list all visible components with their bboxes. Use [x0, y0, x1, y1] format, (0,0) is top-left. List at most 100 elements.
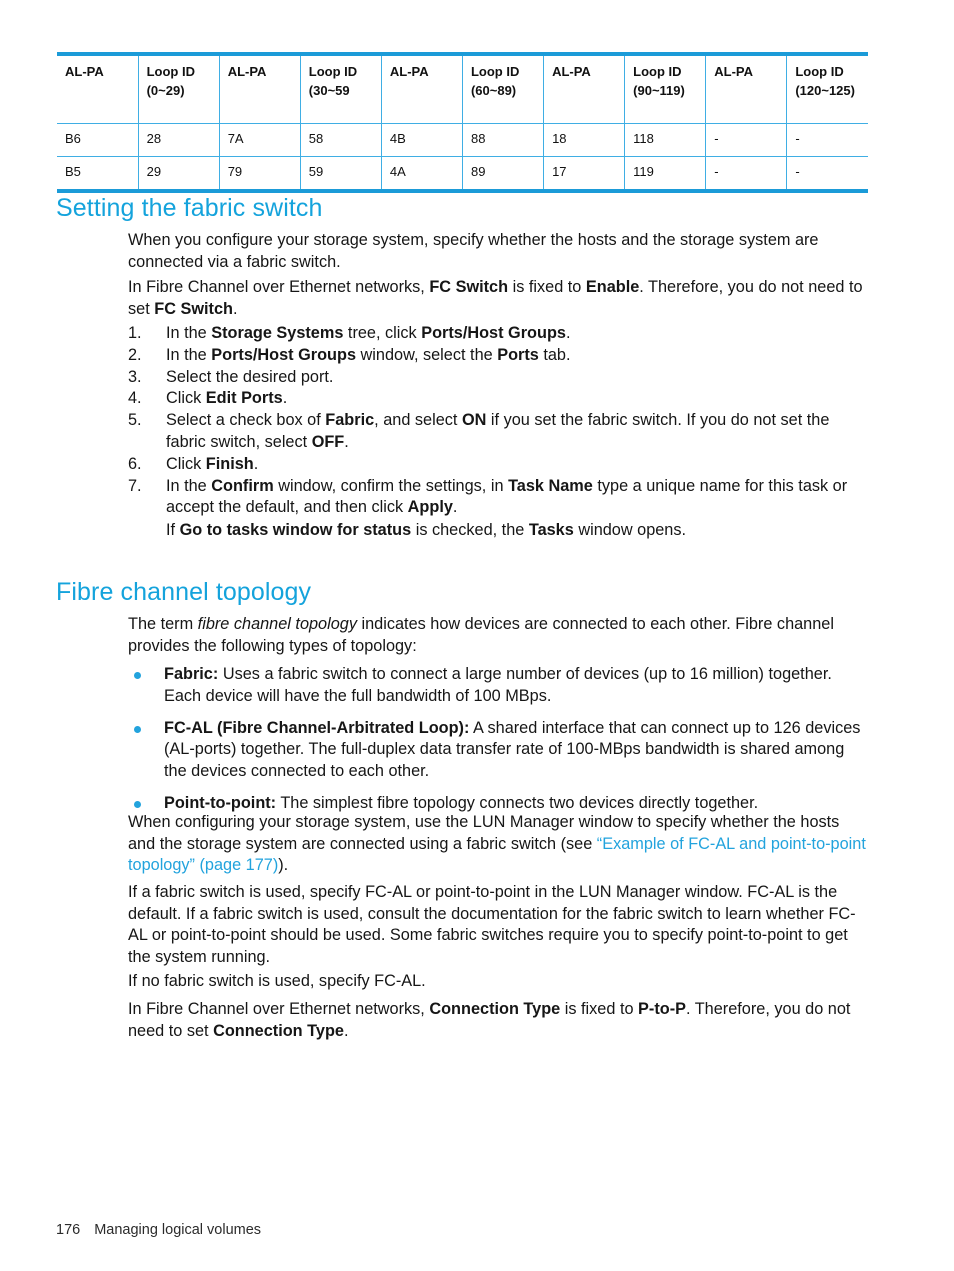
plain-text: . — [343, 1021, 349, 1040]
bold-text: FC-AL (Fibre Channel-Arbitrated Loop): — [164, 718, 470, 737]
plain-text: , and select — [374, 411, 462, 430]
numbered-step-item: 2. In the Ports/Host Groups window, selec… — [128, 345, 870, 367]
plain-text: window opens. — [573, 521, 687, 540]
footer-page-number: 176 — [56, 1222, 81, 1238]
step-text: In the Storage Systems tree, click Ports… — [166, 324, 570, 342]
step-text: In the Ports/Host Groups window, select … — [166, 346, 571, 364]
plain-text: is checked, the — [411, 521, 529, 540]
numbered-step-item: 7. In the Confirm window, confirm the set… — [128, 476, 870, 542]
column-header-line1: AL-PA — [65, 64, 104, 79]
plain-text: window, confirm the settings, in — [273, 476, 509, 495]
bold-text: FC Switch — [154, 299, 233, 318]
step-text: Click Edit Ports. — [166, 389, 287, 407]
bold-text: Task Name — [508, 476, 593, 495]
column-header-line2: (30~59 — [308, 82, 350, 98]
bold-text: Connection Type — [213, 1021, 344, 1040]
fabric-intro-paragraph: When you configure your storage system, … — [128, 230, 870, 273]
column-header-line1: Loop ID — [795, 64, 844, 79]
plain-text: In Fibre Channel over Ethernet networks, — [128, 1000, 430, 1018]
table-column-header: Loop ID (60~89) — [461, 54, 545, 124]
table-cell: 59 — [299, 156, 382, 191]
table-cell: 29 — [137, 156, 220, 191]
numbered-step-item: 3. Select the desired port. — [128, 367, 870, 389]
al-pa-loop-id-table-container: AL-PA Loop ID (0~29) AL-PA Loop ID (30~59 AL-P… — [57, 52, 868, 193]
table-cell: 79 — [218, 156, 301, 191]
bold-text: Fabric — [325, 411, 375, 430]
bold-text: Ports — [497, 345, 539, 364]
paragraph-term-fibre-channel-topology: The term fibre channel topology indicate… — [128, 614, 870, 657]
table-cell: - — [786, 123, 868, 157]
column-header-line2: (0~29) — [146, 82, 185, 98]
plain-text: Select the desired port. — [166, 367, 334, 386]
plain-text: In the — [166, 345, 212, 364]
paragraph-no-fabric-switch: If no fabric switch is used, specify FC-… — [128, 972, 426, 990]
step-number: 1. — [128, 324, 142, 342]
plain-text: . — [344, 432, 349, 451]
bold-text: Storage Systems — [211, 324, 344, 342]
bold-text: ON — [461, 411, 487, 430]
table-row: B5 29 79 59 4A 89 17 119- - — [57, 156, 868, 191]
table-cell: 7A — [218, 123, 301, 157]
plain-text: is fixed to — [560, 1000, 639, 1018]
paragraph-fcoe-connection-type: In Fibre Channel over Ethernet networks,… — [128, 999, 870, 1042]
column-header-line1: AL-PA — [552, 64, 591, 79]
plain-text: . — [232, 299, 238, 318]
fabric-switch-used-paragraph: If a fabric switch is used, specify FC-A… — [128, 882, 870, 968]
table-cell: 4A — [380, 156, 463, 191]
paragraph-lun-manager-fabric: When configuring your storage system, us… — [128, 812, 870, 877]
plain-text: window, select the — [356, 345, 498, 364]
bold-text: FC Switch — [429, 278, 509, 296]
column-header-line1: Loop ID — [308, 64, 358, 79]
table-cell: B5 — [57, 156, 139, 191]
topology-item-text: FC-AL (Fibre Channel-Arbitrated Loop): A… — [164, 719, 860, 781]
fabric-fcoe-paragraph: In Fibre Channel over Ethernet networks,… — [128, 277, 870, 320]
plain-text: The term — [128, 615, 198, 633]
step-number: 3. — [128, 367, 142, 386]
bullet-icon — [134, 725, 141, 733]
table-cell: 89 — [461, 156, 545, 191]
plain-text: tab. — [538, 345, 571, 364]
table-column-header: Loop ID (90~119) — [624, 54, 707, 124]
table-column-header: AL-PA — [705, 54, 788, 124]
table-cell: 4B — [380, 123, 463, 157]
table-body: B6 28 7A 58 4B 88 18 118- - B5 29 79 59 4A 89 17 119- - — [57, 123, 868, 191]
column-header-line1: Loop ID — [470, 64, 520, 79]
paragraph-fcoe-fc-switch: In Fibre Channel over Ethernet networks,… — [128, 277, 870, 320]
bold-text: P-to-P — [638, 1000, 686, 1018]
plain-text: Click — [166, 454, 206, 473]
step-number: 6. — [128, 454, 142, 473]
column-header-line1: Loop ID — [633, 64, 682, 79]
table-cell: 18 — [543, 123, 626, 157]
numbered-step-item: 6. Click Finish. — [128, 454, 870, 476]
column-header-line1: Loop ID — [146, 64, 195, 79]
plain-text: . — [565, 324, 571, 342]
bold-text: Finish — [205, 454, 254, 473]
bullet-icon — [134, 672, 141, 679]
bold-text: Confirm — [211, 476, 274, 495]
section-heading-fibre-channel-topology: Fibre channel topology — [56, 578, 312, 606]
plain-text: is fixed to — [508, 278, 586, 296]
table-cell: 119 — [624, 156, 707, 191]
step-text: Select a check box of Fabric, and select… — [166, 411, 829, 451]
topology-item-text: Fabric: Uses a fabric switch to connect … — [164, 665, 832, 705]
plain-text: In the — [166, 476, 212, 495]
plain-text: tree, click — [343, 324, 422, 342]
bold-text: Apply — [407, 498, 453, 517]
topology-list-item: Fabric: Uses a fabric switch to connect … — [128, 664, 870, 708]
table-column-header: Loop ID (120~125) — [786, 54, 868, 124]
paragraph-configure-storage: When you configure your storage system, … — [128, 231, 819, 271]
plain-text: ). — [278, 856, 289, 875]
page-footer: 176 Managing logical volumes — [56, 1222, 261, 1238]
bold-text: OFF — [311, 432, 345, 451]
table-cell: 58 — [299, 123, 382, 157]
table-cell: 118 — [624, 123, 707, 157]
plain-text: . — [452, 498, 458, 517]
step-note: If Go to tasks window for status is chec… — [166, 520, 870, 542]
table-column-header: AL-PA — [218, 54, 301, 124]
column-header-line2: (120~125) — [795, 82, 855, 98]
step-text: Click Finish. — [166, 455, 258, 473]
step-number: 2. — [128, 345, 142, 364]
step-number: 5. — [128, 411, 142, 430]
numbered-step-item: 1. In the Storage Systems tree, click Por… — [128, 323, 870, 345]
plain-text: If — [166, 521, 180, 540]
